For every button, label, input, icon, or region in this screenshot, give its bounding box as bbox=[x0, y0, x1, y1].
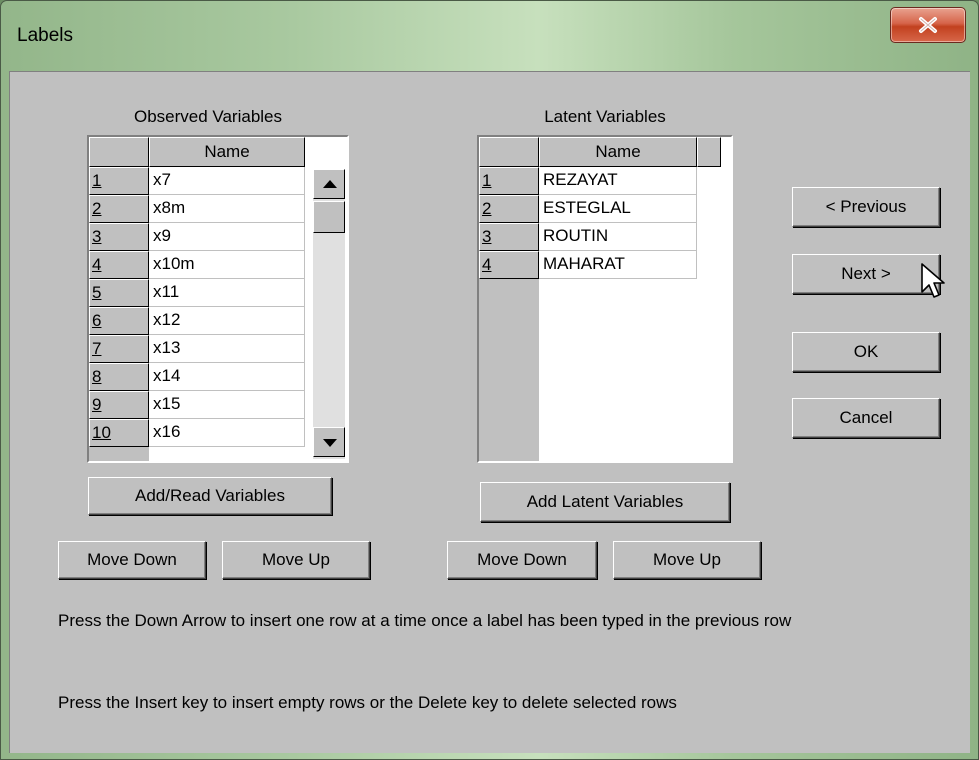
row-number[interactable]: 7 bbox=[89, 335, 149, 363]
latent-move-down-button[interactable]: Move Down bbox=[447, 541, 597, 579]
latent-variables-caption: Latent Variables bbox=[544, 107, 666, 126]
row-number[interactable]: 2 bbox=[479, 195, 539, 223]
help-text-insert-delete: Press the Insert key to insert empty row… bbox=[58, 693, 677, 712]
table-row[interactable]: 2 x8m bbox=[89, 195, 305, 223]
table-row[interactable]: 4 MAHARAT bbox=[479, 251, 697, 279]
variable-name-cell[interactable]: ESTEGLAL bbox=[539, 195, 697, 223]
ok-button[interactable]: OK bbox=[792, 332, 940, 372]
row-number[interactable]: 3 bbox=[479, 223, 539, 251]
arrow-down-icon bbox=[323, 439, 337, 447]
row-number[interactable]: 1 bbox=[89, 167, 149, 195]
title-bar[interactable]: Labels bbox=[1, 1, 978, 71]
observed-variables-grid: Name 1 x7 2 x8m 3 x9 4 x10m 5 x11 6 x12 7 x13 8 x14 9 x15… bbox=[87, 135, 349, 463]
table-row[interactable]: 1 REZAYAT bbox=[479, 167, 697, 195]
help-text-insert-row: Press the Down Arrow to insert one row a… bbox=[58, 611, 792, 630]
variable-name-cell[interactable]: MAHARAT bbox=[539, 251, 697, 279]
variable-name-cell[interactable]: x13 bbox=[149, 335, 305, 363]
observed-variables-caption: Observed Variables bbox=[133, 107, 283, 126]
close-icon bbox=[919, 17, 937, 33]
row-number[interactable]: 5 bbox=[89, 279, 149, 307]
extra-column-header bbox=[697, 137, 721, 167]
table-row[interactable]: 4 x10m bbox=[89, 251, 305, 279]
row-number[interactable]: 2 bbox=[89, 195, 149, 223]
next-button[interactable]: Next > bbox=[792, 254, 940, 294]
variable-name-cell[interactable]: x7 bbox=[149, 167, 305, 195]
table-row[interactable]: 10 x16 bbox=[89, 419, 305, 447]
row-number[interactable]: 1 bbox=[479, 167, 539, 195]
table-row[interactable]: 2 ESTEGLAL bbox=[479, 195, 697, 223]
latent-move-up-button[interactable]: Move Up bbox=[613, 541, 761, 579]
row-number[interactable]: 8 bbox=[89, 363, 149, 391]
variable-name-cell[interactable]: x9 bbox=[149, 223, 305, 251]
cancel-button[interactable]: Cancel bbox=[792, 398, 940, 438]
row-number[interactable]: 6 bbox=[89, 307, 149, 335]
observed-vertical-scrollbar[interactable] bbox=[313, 169, 345, 459]
row-number[interactable]: 4 bbox=[479, 251, 539, 279]
table-row[interactable]: 3 ROUTIN bbox=[479, 223, 697, 251]
variable-name-cell[interactable]: ROUTIN bbox=[539, 223, 697, 251]
observed-move-down-button[interactable]: Move Down bbox=[58, 541, 206, 579]
latent-variables-grid: Name 1 REZAYAT 2 ESTEGLAL 3 ROUTIN 4 MAHARAT bbox=[477, 135, 733, 463]
table-row[interactable]: 9 x15 bbox=[89, 391, 305, 419]
variable-name-cell[interactable]: x14 bbox=[149, 363, 305, 391]
close-button[interactable] bbox=[890, 7, 966, 43]
scroll-up-button[interactable] bbox=[313, 169, 345, 199]
previous-button[interactable]: < Previous bbox=[792, 187, 940, 227]
variable-name-cell[interactable]: x8m bbox=[149, 195, 305, 223]
table-row[interactable]: 7 x13 bbox=[89, 335, 305, 363]
name-column-header[interactable]: Name bbox=[539, 137, 697, 167]
table-row[interactable]: 3 x9 bbox=[89, 223, 305, 251]
add-latent-variables-button[interactable]: Add Latent Variables bbox=[480, 482, 730, 522]
mouse-pointer-icon bbox=[921, 263, 945, 298]
variable-name-cell[interactable]: REZAYAT bbox=[539, 167, 697, 195]
observed-move-up-button[interactable]: Move Up bbox=[222, 541, 370, 579]
labels-dialog: Labels Observed Variables Name 1 x7 2 x8m 3 x… bbox=[0, 0, 979, 760]
variable-name-cell[interactable]: x11 bbox=[149, 279, 305, 307]
row-number[interactable]: 9 bbox=[89, 391, 149, 419]
table-row[interactable]: 5 x11 bbox=[89, 279, 305, 307]
grid-corner-header bbox=[479, 137, 539, 167]
scroll-down-button[interactable] bbox=[313, 427, 345, 457]
table-row[interactable]: 1 x7 bbox=[89, 167, 305, 195]
grid-corner-header bbox=[89, 137, 149, 167]
dialog-body: Observed Variables Name 1 x7 2 x8m 3 x9 4 x10m 5… bbox=[9, 71, 970, 753]
arrow-up-icon bbox=[323, 180, 337, 188]
scroll-thumb[interactable] bbox=[313, 201, 345, 233]
window-title: Labels bbox=[17, 25, 73, 46]
row-number[interactable]: 4 bbox=[89, 251, 149, 279]
variable-name-cell[interactable]: x15 bbox=[149, 391, 305, 419]
variable-name-cell[interactable]: x16 bbox=[149, 419, 305, 447]
row-number[interactable]: 3 bbox=[89, 223, 149, 251]
table-row[interactable]: 8 x14 bbox=[89, 363, 305, 391]
add-read-variables-button[interactable]: Add/Read Variables bbox=[88, 477, 332, 515]
name-column-header[interactable]: Name bbox=[149, 137, 305, 167]
variable-name-cell[interactable]: x10m bbox=[149, 251, 305, 279]
variable-name-cell[interactable]: x12 bbox=[149, 307, 305, 335]
table-row[interactable]: 6 x12 bbox=[89, 307, 305, 335]
row-number[interactable]: 10 bbox=[89, 419, 149, 447]
